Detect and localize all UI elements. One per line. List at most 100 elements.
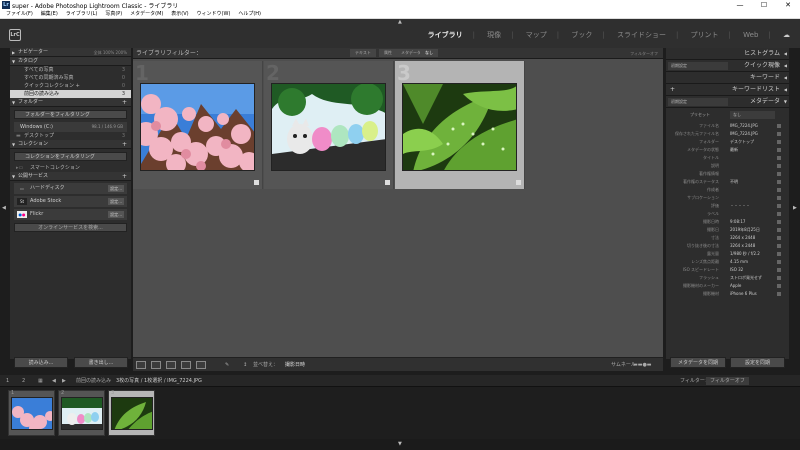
sort-direction-icon[interactable]: ↕ bbox=[243, 360, 247, 370]
metadata-header[interactable]: 初期設定 メタデータ ▼ bbox=[666, 96, 789, 108]
add-keyword-icon[interactable]: + bbox=[670, 84, 675, 96]
back-arrow-icon[interactable]: ◀ bbox=[52, 375, 56, 387]
metadata-value[interactable]: IMG_7224.JPG bbox=[730, 122, 758, 130]
filter-preset-select[interactable]: フィルターオフ bbox=[630, 48, 658, 59]
filmstrip-source[interactable]: 前回の読み込み bbox=[76, 375, 111, 387]
metadata-action-icon[interactable] bbox=[777, 292, 781, 296]
filmstrip-cell-selected[interactable]: 3 bbox=[108, 390, 155, 436]
catalog-item-quick-collection[interactable]: クイックコレクション +0 bbox=[10, 82, 131, 90]
navigator-header[interactable]: ▶ ナビゲーター 全体 100% 200% bbox=[10, 48, 131, 57]
metadata-action-icon[interactable] bbox=[777, 260, 781, 264]
collapse-top-arrow-icon[interactable]: ▲ bbox=[398, 19, 402, 25]
collection-filter-input[interactable]: コレクションをフィルタリング bbox=[14, 152, 127, 161]
metadata-row[interactable]: 露光量 1/980 秒 / f/2.2 bbox=[666, 250, 789, 258]
metadata-value[interactable]: 2019年8月25日 bbox=[730, 226, 760, 234]
menu-window[interactable]: ウィンドウ(W) bbox=[197, 10, 231, 19]
filmstrip-thumb-cherry-blossoms[interactable] bbox=[11, 397, 53, 430]
metadata-action-icon[interactable] bbox=[777, 148, 781, 152]
filmstrip-cell[interactable]: 1 bbox=[8, 390, 55, 436]
metadata-view-select[interactable]: 初期設定 bbox=[668, 98, 728, 106]
filmstrip-cell[interactable]: 2 bbox=[58, 390, 105, 436]
saved-preset-select[interactable]: 初期設定 bbox=[668, 62, 728, 70]
menu-file[interactable]: ファイル(F) bbox=[6, 10, 33, 19]
menu-photo[interactable]: 写真(P) bbox=[105, 10, 122, 19]
metadata-action-icon[interactable] bbox=[777, 188, 781, 192]
volume-windows-c[interactable]: Windows (C:) 98.1 / 146.9 GB bbox=[14, 122, 127, 132]
metadata-row[interactable]: レンズ焦点距離 4.15 mm bbox=[666, 258, 789, 266]
catalog-header[interactable]: ▼ カタログ bbox=[10, 57, 131, 66]
metadata-value[interactable]: ISO 32 bbox=[730, 266, 743, 274]
publish-service-flickr[interactable]: ●● Flickr 設定... bbox=[14, 209, 127, 220]
metadata-action-icon[interactable] bbox=[777, 164, 781, 168]
module-map[interactable]: マップ bbox=[526, 30, 547, 40]
metadata-action-icon[interactable] bbox=[777, 196, 781, 200]
metadata-action-icon[interactable] bbox=[777, 228, 781, 232]
catalog-item-synced-photos[interactable]: すべての同期済み写真 0 bbox=[10, 74, 131, 82]
metadata-value[interactable]: IMG_7224.JPG bbox=[730, 130, 758, 138]
filter-text-tab[interactable]: テキスト bbox=[350, 49, 376, 57]
export-button[interactable]: 書き出し... bbox=[74, 357, 128, 368]
metadata-row[interactable]: 説明 bbox=[666, 162, 789, 170]
metadata-action-icon[interactable] bbox=[777, 124, 781, 128]
folders-header[interactable]: ▼ フォルダー + bbox=[10, 98, 131, 107]
harddisk-settings-button[interactable]: 設定... bbox=[108, 185, 124, 192]
collapse-left-arrow-icon[interactable]: ◀ bbox=[2, 205, 6, 211]
menu-metadata[interactable]: メタデータ(M) bbox=[130, 10, 163, 19]
thumbnail-balloons[interactable] bbox=[271, 83, 386, 171]
metadata-value[interactable]: 3264 x 2448 bbox=[730, 242, 755, 250]
metadata-row[interactable]: 評価 ・・・・・ bbox=[666, 202, 789, 210]
grid-return-icon[interactable]: ▦ bbox=[38, 375, 43, 387]
metadata-action-icon[interactable] bbox=[777, 156, 781, 160]
catalog-item-all-photos[interactable]: すべての写真 3 bbox=[10, 66, 131, 74]
module-web[interactable]: Web bbox=[743, 31, 758, 39]
publish-service-harddisk[interactable]: ▭ ハードディスク 設定... bbox=[14, 183, 127, 194]
sort-select[interactable]: 撮影日時 bbox=[285, 360, 305, 370]
compare-view-icon[interactable] bbox=[166, 361, 176, 369]
metadata-row[interactable]: 作成者 bbox=[666, 186, 789, 194]
page1-button[interactable]: 1 bbox=[6, 375, 9, 387]
metadata-row[interactable]: フォルダー デスクトップ bbox=[666, 138, 789, 146]
menu-library[interactable]: ライブラリ(L) bbox=[66, 10, 98, 19]
metadata-action-icon[interactable] bbox=[777, 276, 781, 280]
filter-attribute-tab[interactable]: 属性 bbox=[379, 49, 397, 57]
quick-develop-header[interactable]: 初期設定 クイック現像 ◀ bbox=[666, 60, 789, 72]
thumbnail-size-slider[interactable]: ▬▬●▬ bbox=[633, 360, 652, 370]
painter-icon[interactable]: ✎ bbox=[225, 360, 229, 370]
metadata-value[interactable]: 最新 bbox=[730, 146, 738, 154]
flickr-settings-button[interactable]: 設定... bbox=[108, 211, 124, 218]
metadata-value[interactable]: Apple bbox=[730, 282, 741, 290]
metadata-row[interactable]: ファイル名 IMG_7224.JPG bbox=[666, 122, 789, 130]
find-online-services-button[interactable]: オンラインサービスを検索... bbox=[14, 223, 127, 232]
metadata-value[interactable]: 1/980 秒 / f/2.2 bbox=[730, 250, 760, 258]
collections-header[interactable]: ▼ コレクション + bbox=[10, 140, 131, 149]
module-library[interactable]: ライブラリ bbox=[428, 30, 463, 40]
metadata-row[interactable]: ISO スピードレート ISO 32 bbox=[666, 266, 789, 274]
module-slideshow[interactable]: スライドショー bbox=[617, 30, 666, 40]
menu-view[interactable]: 表示(V) bbox=[171, 10, 188, 19]
collection-item-smart[interactable]: ▸▭ スマートコレクション bbox=[10, 164, 131, 172]
navigator-zoom-options[interactable]: 全体 100% 200% bbox=[94, 48, 127, 57]
forward-arrow-icon[interactable]: ▶ bbox=[62, 375, 66, 387]
thumbnail-cherry-blossoms[interactable] bbox=[140, 83, 255, 171]
metadata-action-icon[interactable] bbox=[777, 236, 781, 240]
add-publish-service-icon[interactable]: + bbox=[122, 172, 127, 181]
filmstrip-thumb-leaves[interactable] bbox=[111, 397, 153, 430]
metadata-action-icon[interactable] bbox=[777, 220, 781, 224]
menu-edit[interactable]: 編集(E) bbox=[41, 10, 58, 19]
folder-filter-input[interactable]: フォルダーをフィルタリング bbox=[14, 110, 127, 119]
metadata-row[interactable]: ラベル bbox=[666, 210, 789, 218]
metadata-row[interactable]: 撮影機材のメーカー Apple bbox=[666, 282, 789, 290]
filmstrip-thumb-balloons[interactable] bbox=[61, 397, 103, 430]
minimize-button[interactable]: — bbox=[728, 0, 752, 10]
metadata-preset-select[interactable]: なし bbox=[730, 111, 775, 119]
sync-settings-button[interactable]: 設定を同期 bbox=[730, 357, 785, 368]
catalog-item-previous-import[interactable]: 前回の読み込み 3 bbox=[10, 90, 131, 98]
publish-services-header[interactable]: ▼ 公開サービス + bbox=[10, 172, 131, 181]
filter-none-tab[interactable]: なし bbox=[420, 49, 438, 57]
metadata-row[interactable]: 著作権情報 bbox=[666, 170, 789, 178]
grid-cell-selected[interactable]: 3 bbox=[395, 61, 525, 189]
metadata-action-icon[interactable] bbox=[777, 244, 781, 248]
collapse-right-arrow-icon[interactable]: ▶ bbox=[793, 205, 797, 211]
metadata-value[interactable]: 4.15 mm bbox=[730, 258, 748, 266]
metadata-action-icon[interactable] bbox=[777, 212, 781, 216]
